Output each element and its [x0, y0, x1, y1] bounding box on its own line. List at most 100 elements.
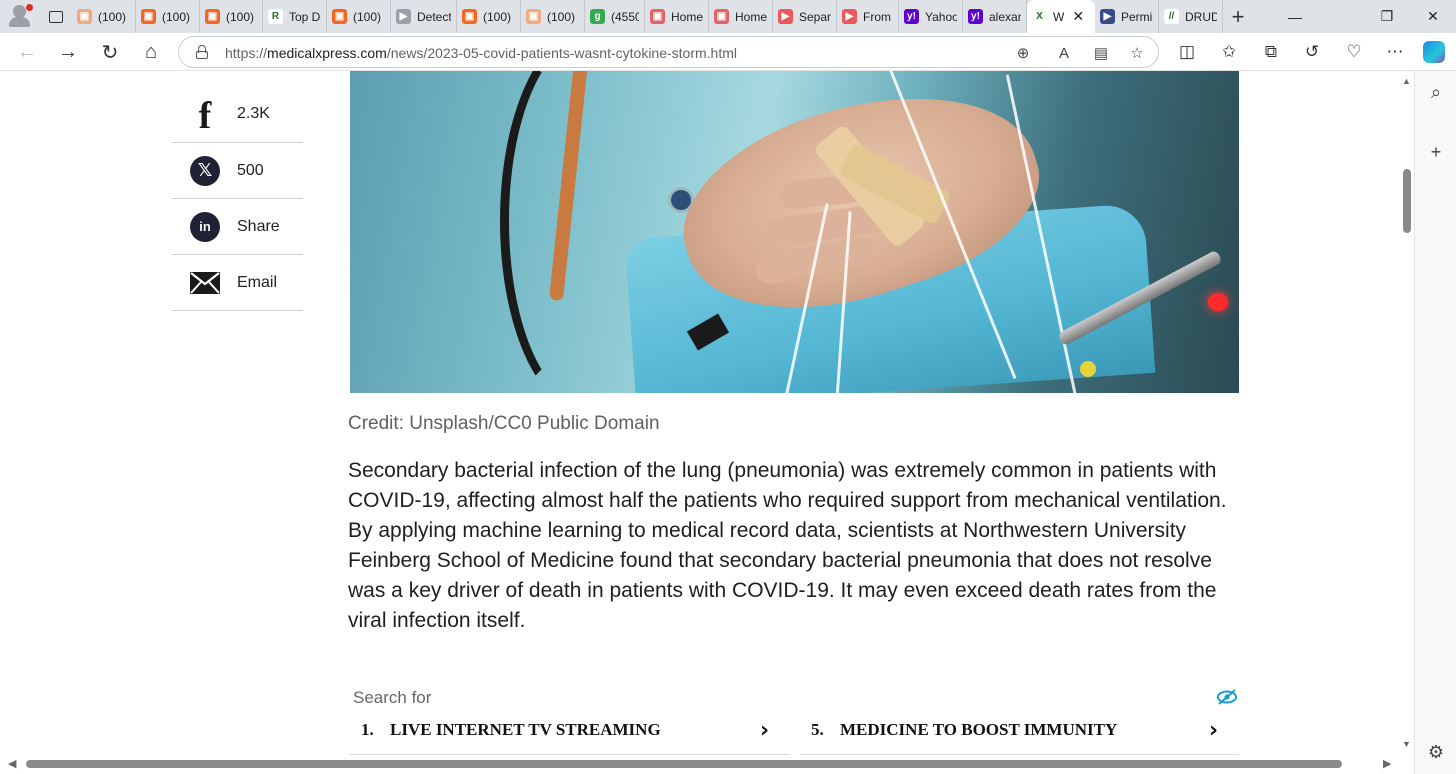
tab-title: Home [671, 9, 703, 24]
edge-sidebar: ⌕ + ⚙ [1414, 71, 1456, 774]
chevron-right-icon: › [760, 717, 770, 743]
collections-icon[interactable]: ⧉ [1256, 37, 1286, 67]
new-tab-button[interactable]: + [1223, 0, 1253, 33]
tab-favicon-icon: X [1032, 9, 1047, 24]
split-screen-icon[interactable]: ◫ [1172, 37, 1202, 67]
browser-tab[interactable]: ▣ (100) N [72, 0, 136, 33]
browser-tab[interactable]: ▶ From [837, 0, 899, 33]
close-window-button[interactable]: ✕ [1410, 0, 1456, 33]
browser-tab[interactable]: ▶ Permis [1095, 0, 1159, 33]
browser-essentials-icon[interactable]: ♡ [1339, 37, 1369, 67]
browser-tab[interactable]: ▣ (100) E [457, 0, 521, 33]
browser-tab[interactable]: g (4550) [585, 0, 645, 33]
refresh-button[interactable]: ↻ [95, 37, 125, 67]
browser-tab[interactable]: R Top De [263, 0, 327, 33]
browser-tab[interactable]: ▣ Home [709, 0, 773, 33]
tab-title: Yahoo [925, 9, 957, 24]
share-x[interactable]: 𝕏 500 [172, 143, 303, 199]
lock-icon[interactable] [196, 45, 208, 59]
forward-button[interactable]: → [53, 37, 83, 67]
tab-title: Home [735, 9, 767, 24]
back-button[interactable]: ← [12, 37, 42, 67]
favorite-star-icon[interactable]: ☆ [1125, 41, 1149, 65]
browser-tab[interactable]: ▣ (100) L [327, 0, 391, 33]
restore-button[interactable]: ❐ [1364, 0, 1410, 33]
scroll-left-arrow-icon[interactable]: ◀ [8, 757, 16, 770]
favorites-icon[interactable]: ✩ [1214, 37, 1244, 67]
gear-icon[interactable]: ⚙ [1425, 741, 1447, 763]
scroll-down-arrow-icon[interactable]: ▼ [1402, 739, 1411, 749]
tab-favicon-icon: y! [904, 9, 919, 24]
url-host: medicalxpress.com [267, 45, 387, 61]
url-text[interactable]: https://medicalxpress.com/news/2023-05-c… [225, 45, 737, 61]
history-icon[interactable]: ↺ [1297, 37, 1327, 67]
tab-title: Top De [289, 9, 321, 24]
minimize-button[interactable]: — [1272, 0, 1318, 33]
tab-actions-button[interactable] [40, 0, 72, 33]
browser-tab[interactable]: y! alexan [963, 0, 1027, 33]
search-icon[interactable]: ⌕ [1425, 81, 1447, 103]
vertical-scrollbar[interactable]: ▲ ▼ [1400, 71, 1414, 755]
browser-toolbar: ← → ↻ ⌂ https://medicalxpress.com/news/2… [0, 33, 1456, 71]
ad-item[interactable]: 5. MEDICINE TO BOOST IMMUNITY › [800, 706, 1239, 755]
browser-tab[interactable]: // DRUD [1159, 0, 1223, 33]
tab-actions-icon [49, 10, 63, 23]
tab-title: alexan [989, 9, 1021, 24]
notification-dot [26, 4, 33, 11]
ad-item-text: MEDICINE TO BOOST IMMUNITY [840, 720, 1118, 739]
vertical-scroll-thumb[interactable] [1403, 169, 1411, 233]
zoom-icon[interactable]: ⊕ [1011, 41, 1035, 65]
home-button[interactable]: ⌂ [136, 37, 166, 67]
tab-title: (100) N [98, 9, 130, 24]
tab-title: Separa [799, 9, 831, 24]
tab-favicon-icon: ▣ [714, 9, 729, 24]
browser-tab[interactable]: ▶ Separa [773, 0, 837, 33]
email-icon [189, 267, 221, 299]
share-sidebar: f 2.3K 𝕏 500 in Share Email [172, 86, 303, 311]
immersive-reader-icon[interactable]: ▤ [1089, 41, 1113, 65]
tab-favicon-icon: ▶ [778, 9, 793, 24]
browser-tab[interactable]: ▣ (100) I [136, 0, 200, 33]
address-bar[interactable]: https://medicalxpress.com/news/2023-05-c… [178, 36, 1159, 68]
close-tab-icon[interactable]: ✕ [1072, 8, 1084, 25]
tab-title: (100) E [483, 9, 515, 24]
tab-favicon-icon: R [268, 9, 283, 24]
article-photo [350, 71, 1239, 393]
email-label: Email [237, 273, 278, 291]
tab-favicon-icon: ▣ [141, 9, 156, 24]
linkedin-label: Share [237, 217, 280, 235]
browser-tab[interactable]: ▣ (100) C [200, 0, 263, 33]
horizontal-scroll-thumb[interactable] [26, 760, 1342, 768]
tab-strip: ▣ (100) N ▣ (100) I ▣ (100) C R Top De ▣ (100) L ▶… [0, 0, 1456, 33]
read-aloud-icon[interactable]: A [1052, 41, 1076, 65]
share-linkedin[interactable]: in Share [172, 199, 303, 255]
tab-title: W [1053, 9, 1065, 24]
tab-favicon-icon: ▣ [205, 9, 220, 24]
share-facebook[interactable]: f 2.3K [172, 86, 303, 143]
browser-tab[interactable]: ▶ Detect [391, 0, 457, 33]
copilot-icon[interactable] [1423, 41, 1445, 63]
more-menu-icon[interactable]: ⋯ [1380, 37, 1410, 67]
browser-tab[interactable]: ▣ (100) I [521, 0, 585, 33]
ad-hide-eye-icon[interactable] [1216, 686, 1238, 708]
share-email[interactable]: Email [172, 255, 303, 311]
tab-title: (100) I [162, 9, 194, 24]
tab-title: (4550) [611, 9, 639, 24]
photo-red-light [1208, 293, 1228, 311]
ad-item-text: LIVE INTERNET TV STREAMING [390, 720, 661, 739]
profile-avatar-body [9, 17, 30, 27]
chevron-right-icon: › [1209, 717, 1219, 743]
linkedin-icon: in [189, 211, 221, 243]
browser-tab[interactable]: ▣ Home [645, 0, 709, 33]
x-count: 500 [237, 161, 264, 179]
ad-item[interactable]: 1. LIVE INTERNET TV STREAMING › [350, 706, 790, 755]
scroll-up-arrow-icon[interactable]: ▲ [1402, 76, 1411, 86]
tab-favicon-icon: g [590, 9, 605, 24]
browser-tab[interactable]: y! Yahoo [899, 0, 963, 33]
profile-button[interactable] [0, 0, 40, 33]
add-icon[interactable]: + [1425, 141, 1447, 163]
tab-favicon-icon: ▣ [332, 9, 347, 24]
scroll-right-arrow-icon[interactable]: ▶ [1383, 757, 1391, 770]
browser-tab[interactable]: X W ✕ [1027, 0, 1095, 33]
horizontal-scrollbar[interactable]: ◀ ▶ [0, 755, 1400, 774]
